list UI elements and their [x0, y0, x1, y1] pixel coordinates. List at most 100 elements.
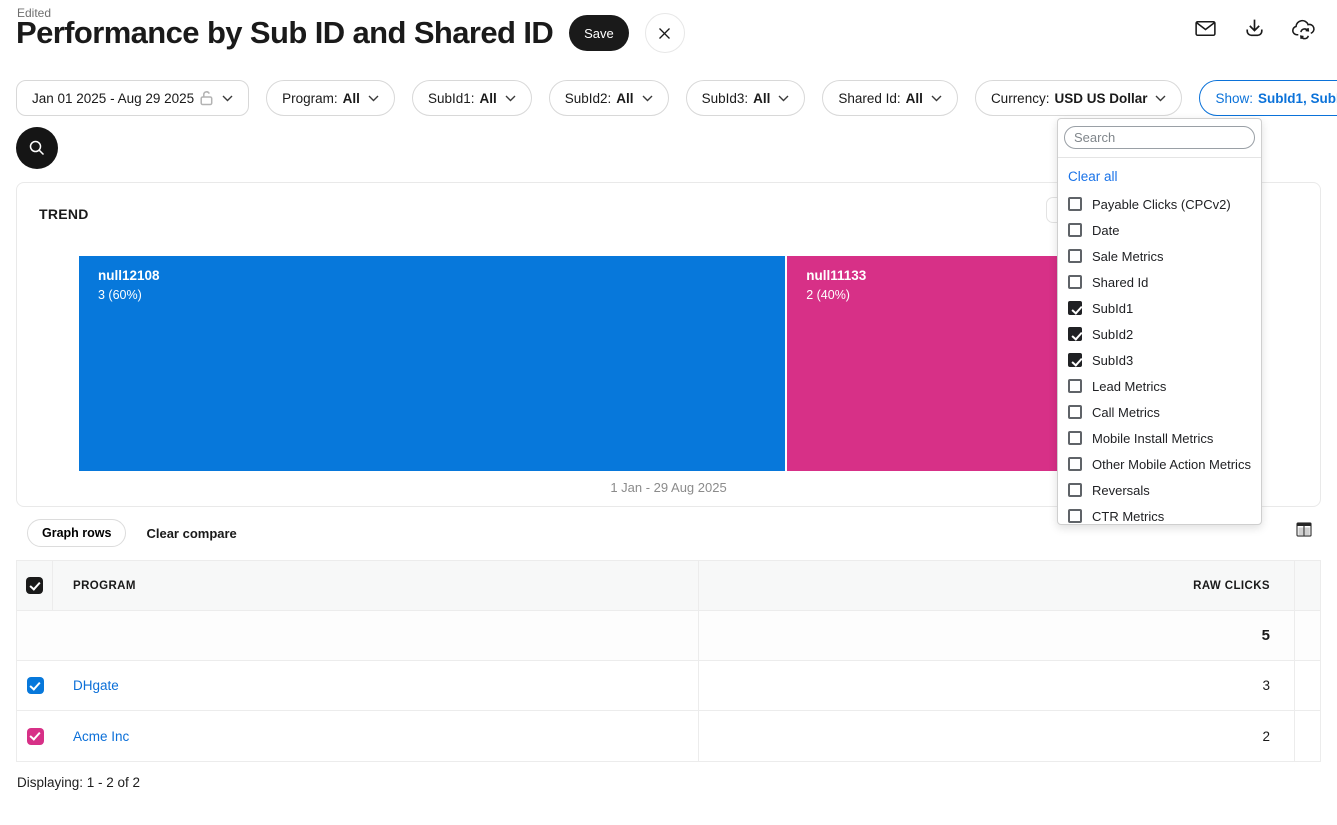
checkbox[interactable] [1068, 353, 1082, 367]
header: Performance by Sub ID and Shared ID Save [16, 13, 685, 53]
dropdown-option[interactable]: SubId2 [1058, 321, 1261, 347]
shared-id-filter[interactable]: Shared Id: All [822, 80, 958, 116]
dropdown-option-label: Reversals [1092, 482, 1150, 498]
program-link[interactable]: DHgate [73, 678, 119, 693]
subid3-filter[interactable]: SubId3: All [685, 80, 806, 116]
checkbox[interactable] [1068, 431, 1082, 445]
cloud-sync-button[interactable] [1290, 15, 1316, 41]
clear-all-link[interactable]: Clear all [1058, 166, 1128, 191]
program-link[interactable]: Acme Inc [73, 729, 129, 744]
dropdown-option[interactable]: SubId3 [1058, 347, 1261, 373]
filter-value: All [905, 90, 923, 106]
clear-compare-button[interactable]: Clear compare [146, 526, 236, 541]
checkbox[interactable] [1068, 483, 1082, 497]
dropdown-option-label: SubId2 [1092, 326, 1134, 342]
filter-value: SubId1, SubId2, SubId3 [1258, 90, 1337, 106]
filter-label: Shared Id: [838, 90, 901, 106]
filter-label: SubId3: [701, 90, 749, 106]
dropdown-option-label: Call Metrics [1092, 404, 1160, 420]
close-button[interactable] [644, 13, 685, 53]
checkbox[interactable] [1068, 457, 1082, 471]
checkbox[interactable] [1068, 509, 1082, 523]
dropdown-search-area [1058, 119, 1261, 158]
subid1-filter[interactable]: SubId1: All [411, 80, 532, 116]
dropdown-option[interactable]: Call Metrics [1058, 399, 1261, 425]
column-header-raw-clicks[interactable]: RAW CLICKS [698, 561, 1294, 610]
raw-clicks-value: 3 [1262, 678, 1270, 693]
filter-value: All [479, 90, 497, 106]
table-toolbar: Graph rows Clear compare [27, 519, 237, 547]
search-button[interactable] [16, 127, 58, 169]
date-range-filter[interactable]: Jan 01 2025 - Aug 29 2025 [16, 80, 250, 116]
segment-value: 2 (40%) [806, 288, 850, 302]
checkbox[interactable] [1068, 275, 1082, 289]
subid2-filter[interactable]: SubId2: All [548, 80, 669, 116]
filter-value: All [753, 90, 771, 106]
dropdown-option-label: Lead Metrics [1092, 378, 1167, 394]
cloud-sync-icon [1290, 16, 1317, 41]
chevron-down-icon [1155, 95, 1166, 102]
search-icon [28, 139, 46, 157]
dropdown-option-label: Mobile Install Metrics [1092, 430, 1214, 446]
dropdown-option[interactable]: Shared Id [1058, 269, 1261, 295]
dropdown-options-list: Clear all Payable Clicks (CPCv2) Date Sa… [1058, 158, 1261, 533]
dropdown-option-label: Date [1092, 222, 1120, 238]
dropdown-option[interactable]: Other Mobile Action Metrics [1058, 451, 1261, 477]
checkbox[interactable] [1068, 301, 1082, 315]
save-button[interactable]: Save [569, 15, 629, 51]
filter-bar: Jan 01 2025 - Aug 29 2025 Program: All S… [16, 80, 1337, 116]
dropdown-option[interactable]: Date [1058, 217, 1261, 243]
table-header-row: PROGRAM RAW CLICKS [17, 561, 1320, 611]
total-raw-clicks: 5 [1261, 627, 1270, 644]
checkbox[interactable] [1068, 327, 1082, 341]
dropdown-search-input[interactable] [1064, 126, 1255, 149]
dropdown-option-label: Shared Id [1092, 274, 1149, 290]
column-settings-button[interactable] [1296, 522, 1312, 537]
checkbox[interactable] [1068, 249, 1082, 263]
column-header-program[interactable]: PROGRAM [53, 561, 698, 610]
results-table: PROGRAM RAW CLICKS 5 DHgate 3 Acme Inc 2 [16, 560, 1321, 762]
pagination-status: Displaying: 1 - 2 of 2 [17, 775, 141, 790]
page-title: Performance by Sub ID and Shared ID [16, 15, 554, 50]
chevron-down-icon [222, 95, 233, 102]
checkbox[interactable] [1068, 405, 1082, 419]
dropdown-option[interactable]: Sale Metrics [1058, 243, 1261, 269]
dropdown-option-label: CTR Metrics [1092, 508, 1165, 524]
date-range-value: Jan 01 2025 - Aug 29 2025 [32, 90, 195, 106]
row-checkbox[interactable] [26, 677, 44, 694]
header-actions [1192, 15, 1316, 41]
chevron-down-icon [642, 95, 653, 102]
select-all-checkbox[interactable] [26, 577, 43, 594]
filter-label: Show: [1215, 90, 1254, 106]
filter-label: SubId2: [564, 90, 612, 106]
show-columns-filter[interactable]: Show: SubId1, SubId2, SubId3 [1199, 80, 1337, 116]
email-button[interactable] [1192, 15, 1218, 41]
checkbox[interactable] [1068, 379, 1082, 393]
row-checkbox[interactable] [26, 727, 44, 745]
segment-label: null11133 [806, 268, 867, 283]
download-button[interactable] [1241, 15, 1267, 41]
table-row: Acme Inc 2 [17, 711, 1320, 761]
dropdown-option[interactable]: Reversals [1058, 477, 1261, 503]
dropdown-option-label: Sale Metrics [1092, 248, 1164, 264]
filter-label: Program: [282, 90, 338, 106]
chevron-down-icon [505, 95, 516, 102]
checkbox[interactable] [1068, 197, 1082, 211]
dropdown-option[interactable]: Mobile Install Metrics [1058, 425, 1261, 451]
dropdown-option-label: SubId3 [1092, 352, 1134, 368]
program-filter[interactable]: Program: All [266, 80, 395, 116]
currency-filter[interactable]: Currency: USD US Dollar [974, 80, 1183, 116]
dropdown-option[interactable]: SubId1 [1058, 295, 1261, 321]
dropdown-option[interactable]: CTR Metrics [1058, 503, 1261, 529]
graph-rows-button[interactable]: Graph rows [27, 519, 127, 547]
trend-bar-segment[interactable]: null12108 3 (60%) [79, 256, 786, 471]
report-page: Edited Performance by Sub ID and Shared … [0, 0, 1337, 825]
checkbox[interactable] [1068, 223, 1082, 237]
chevron-down-icon [368, 95, 379, 102]
columns-icon [1296, 522, 1312, 537]
dropdown-option[interactable]: Payable Clicks (CPCv2) [1058, 191, 1261, 217]
segment-label: null12108 [98, 268, 160, 283]
dropdown-option[interactable]: Lead Metrics [1058, 373, 1261, 399]
segment-value: 3 (60%) [98, 288, 142, 302]
filter-label: SubId1: [427, 90, 475, 106]
